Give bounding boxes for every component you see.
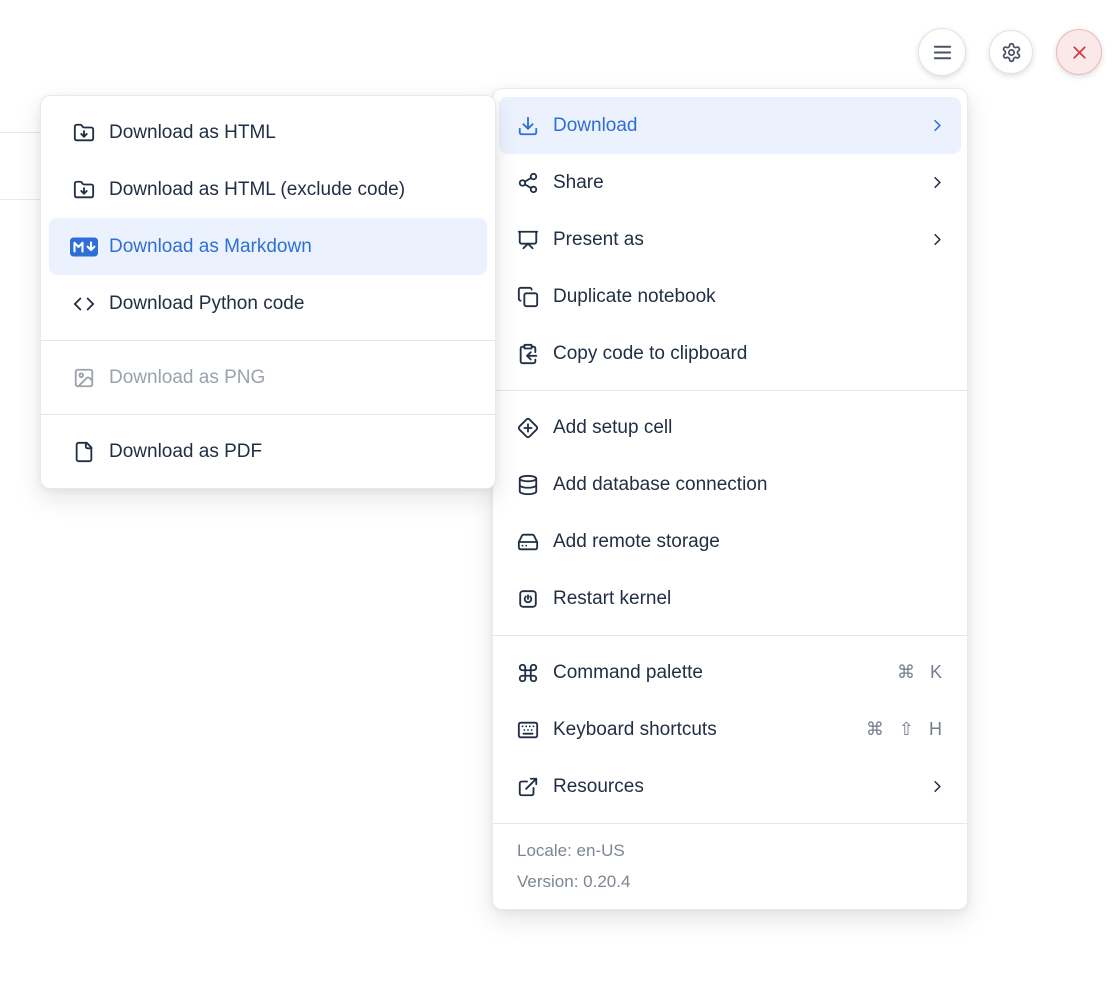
download-submenu: Download as HTML Download as HTML (exclu…: [40, 95, 496, 489]
menu-item-label: Download as HTML: [109, 122, 477, 144]
chevron-right-icon: [928, 777, 947, 796]
menu-item-label: Restart kernel: [553, 588, 947, 610]
menu-item-add-remote-storage[interactable]: Add remote storage: [493, 513, 967, 570]
menu-item-label: Share: [553, 172, 918, 194]
menu-group-cells: Add setup cell Add database connection A…: [493, 391, 967, 635]
menu-item-label: Download: [553, 115, 918, 137]
menu-item-label: Resources: [553, 776, 918, 798]
keyboard-icon: [513, 719, 543, 741]
chevron-right-icon: [928, 230, 947, 249]
menu-item-download[interactable]: Download: [499, 97, 961, 154]
menu-item-label: Add database connection: [553, 474, 947, 496]
menu-item-label: Keyboard shortcuts: [553, 719, 856, 741]
command-icon: [513, 662, 543, 684]
chevron-right-icon: [928, 173, 947, 192]
menu-item-restart-kernel[interactable]: Restart kernel: [493, 570, 967, 627]
locale-text: Locale: en-US: [517, 835, 943, 866]
shortcut-command-shift-h: ⌘ ⇧ H: [866, 719, 947, 740]
markdown-icon: [69, 236, 99, 258]
menu-item-label: Duplicate notebook: [553, 286, 947, 308]
presentation-icon: [513, 229, 543, 251]
menu-item-resources[interactable]: Resources: [493, 758, 967, 815]
hamburger-icon: [931, 41, 954, 64]
menu-item-label: Download as PNG: [109, 367, 477, 389]
menu-item-present-as[interactable]: Present as: [493, 211, 967, 268]
power-square-icon: [513, 588, 543, 610]
menu-item-label: Add remote storage: [553, 531, 947, 553]
external-link-icon: [513, 776, 543, 798]
copy-icon: [513, 286, 543, 308]
menu-item-add-database-connection[interactable]: Add database connection: [493, 456, 967, 513]
menu-item-label: Command palette: [553, 662, 887, 684]
diamond-plus-icon: [513, 417, 543, 439]
hard-drive-icon: [513, 531, 543, 553]
submenu-group-png: Download as PNG: [41, 341, 495, 414]
background-divider: [0, 132, 42, 133]
background-divider: [0, 199, 42, 200]
menu-item-copy-code[interactable]: Copy code to clipboard: [493, 325, 967, 382]
submenu-group-documents: Download as HTML Download as HTML (exclu…: [41, 96, 495, 340]
settings-button[interactable]: [989, 30, 1033, 74]
menu-item-duplicate-notebook[interactable]: Duplicate notebook: [493, 268, 967, 325]
version-text: Version: 0.20.4: [517, 866, 943, 897]
menu-group-notebook: Download Share Present as: [493, 89, 967, 390]
notebook-menu: Download Share Present as: [492, 88, 968, 910]
menu-item-label: Download as HTML (exclude code): [109, 179, 477, 201]
code-icon: [69, 293, 99, 315]
chevron-right-icon: [928, 116, 947, 135]
menu-item-label: Download as Markdown: [109, 236, 469, 258]
menu-item-download-as-markdown[interactable]: Download as Markdown: [49, 218, 487, 275]
folder-down-icon: [69, 122, 99, 144]
folder-down-icon: [69, 179, 99, 201]
menu-item-download-as-pdf[interactable]: Download as PDF: [41, 423, 495, 480]
menu-item-download-as-html-exclude-code[interactable]: Download as HTML (exclude code): [41, 161, 495, 218]
menu-item-share[interactable]: Share: [493, 154, 967, 211]
menu-item-label: Download as PDF: [109, 441, 477, 463]
close-icon: [1069, 42, 1090, 63]
menu-item-command-palette[interactable]: Command palette ⌘ K: [493, 644, 967, 701]
share-icon: [513, 172, 543, 194]
menu-group-help: Command palette ⌘ K Keyboard shortcuts ⌘…: [493, 636, 967, 823]
clipboard-copy-icon: [513, 343, 543, 365]
menu-item-keyboard-shortcuts[interactable]: Keyboard shortcuts ⌘ ⇧ H: [493, 701, 967, 758]
menu-item-label: Present as: [553, 229, 918, 251]
database-icon: [513, 474, 543, 496]
close-button[interactable]: [1056, 29, 1102, 75]
file-icon: [69, 441, 99, 463]
download-icon: [513, 115, 543, 137]
menu-button[interactable]: [918, 28, 966, 76]
menu-item-download-python-code[interactable]: Download Python code: [41, 275, 495, 332]
submenu-group-pdf: Download as PDF: [41, 415, 495, 488]
shortcut-command-k: ⌘ K: [897, 662, 947, 683]
menu-footer: Locale: en-US Version: 0.20.4: [493, 823, 967, 909]
menu-item-label: Download Python code: [109, 293, 477, 315]
menu-item-download-as-png[interactable]: Download as PNG: [41, 349, 495, 406]
gear-icon: [1001, 42, 1022, 63]
image-icon: [69, 367, 99, 389]
menu-item-label: Copy code to clipboard: [553, 343, 947, 365]
menu-item-label: Add setup cell: [553, 417, 947, 439]
menu-item-download-as-html[interactable]: Download as HTML: [41, 104, 495, 161]
menu-item-add-setup-cell[interactable]: Add setup cell: [493, 399, 967, 456]
